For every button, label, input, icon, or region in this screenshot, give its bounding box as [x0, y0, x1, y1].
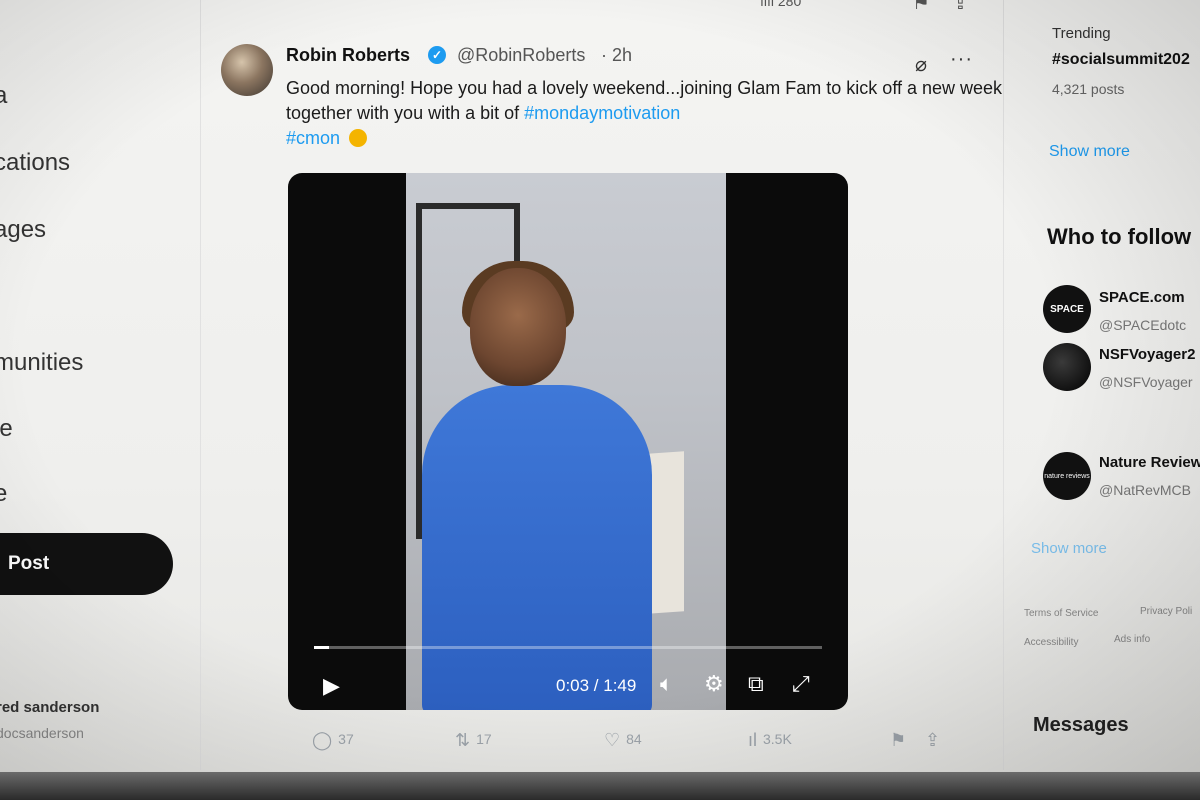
- hashtag-link[interactable]: #cmon: [286, 128, 340, 148]
- show-more-follow-link[interactable]: Show more: [1031, 540, 1107, 557]
- video-time: 0:03 / 1:49: [556, 676, 637, 695]
- kiss-emoji-icon: [349, 129, 368, 147]
- views-icon: ılıl: [760, 0, 778, 9]
- footer-privacy-link[interactable]: Privacy Poli: [1140, 606, 1192, 617]
- avatar-logo-text: nature reviews: [1044, 472, 1090, 480]
- messages-drawer-title[interactable]: Messages: [1033, 714, 1129, 737]
- video-person-body: [422, 385, 652, 710]
- heart-icon: ♡: [604, 730, 621, 750]
- hashtag-link[interactable]: #mondaymotivation: [524, 103, 680, 123]
- video-frame: [406, 173, 726, 710]
- screen: ılıl 280 ⚑ ⇪ a cations ages munities le …: [0, 0, 1200, 800]
- video-person-head: [470, 268, 566, 386]
- nav-item-profile[interactable]: le: [0, 415, 13, 443]
- grok-icon[interactable]: ⌀: [915, 52, 927, 77]
- video-player[interactable]: ▶ 0:03 / 1:49 🔈︎ ⚙ ⧉ ⤢: [288, 173, 848, 710]
- trending-label: Trending: [1052, 25, 1111, 42]
- bookmark-icon: ⚑: [890, 730, 907, 750]
- share-icon[interactable]: ⇪: [952, 0, 969, 15]
- avatar-logo-text: SPACE: [1050, 303, 1084, 315]
- footer-accessibility-link[interactable]: Accessibility: [1024, 637, 1078, 648]
- prev-views-count[interactable]: ılıl 280: [760, 0, 801, 9]
- trending-tag[interactable]: #socialsummit202: [1052, 51, 1190, 69]
- who-to-follow-title: Who to follow: [1047, 224, 1192, 249]
- views-button[interactable]: ıl 3.5K: [748, 730, 792, 751]
- like-button[interactable]: ♡ 84: [604, 730, 642, 751]
- footer-ads-link[interactable]: Ads info: [1114, 634, 1150, 645]
- bookmark-button[interactable]: ⚑: [890, 730, 912, 751]
- avatar[interactable]: nature reviews: [1043, 452, 1091, 500]
- follow-account-name[interactable]: SPACE.com: [1099, 289, 1185, 306]
- verified-badge-icon: ✓: [428, 46, 446, 64]
- picture-in-picture-icon[interactable]: ⧉: [748, 671, 764, 697]
- play-icon[interactable]: ▶: [323, 673, 340, 699]
- follow-account-handle: @NatRevMCB: [1099, 482, 1192, 498]
- follow-account-handle: @NSFVoyager: [1099, 374, 1193, 390]
- follow-account-name[interactable]: Nature Review: [1099, 454, 1200, 471]
- avatar[interactable]: SPACE: [1043, 285, 1091, 333]
- fullscreen-icon[interactable]: ⤢: [792, 671, 810, 697]
- separator-dot: ·: [601, 45, 607, 65]
- author-name[interactable]: Robin Roberts: [286, 45, 410, 66]
- repost-button[interactable]: ⇅ 17: [455, 730, 492, 751]
- video-progress-bar[interactable]: [314, 646, 822, 649]
- timestamp[interactable]: 2h: [612, 45, 632, 66]
- nav-item-messages[interactable]: ages: [0, 216, 46, 244]
- analytics-icon: ıl: [748, 730, 757, 750]
- column-divider-left: [200, 0, 201, 770]
- video-progress-fill: [314, 646, 330, 649]
- footer-terms-link[interactable]: Terms of Service: [1024, 608, 1098, 619]
- nav-item-explore[interactable]: a: [0, 82, 7, 110]
- more-options-icon[interactable]: ···: [950, 48, 973, 71]
- nav-item-more[interactable]: e: [0, 480, 7, 508]
- author-handle[interactable]: @RobinRoberts: [457, 45, 585, 66]
- share-icon: ⇪: [925, 730, 941, 750]
- bookmark-icon[interactable]: ⚑: [912, 0, 930, 15]
- account-handle: docsanderson: [0, 725, 84, 741]
- account-name[interactable]: red sanderson: [0, 699, 99, 716]
- reply-button[interactable]: ◯ 37: [312, 730, 354, 751]
- repost-icon: ⇅: [455, 730, 471, 750]
- reply-icon: ◯: [312, 730, 333, 750]
- avatar[interactable]: [221, 44, 273, 96]
- settings-icon[interactable]: ⚙: [704, 671, 724, 697]
- post-button[interactable]: Post: [0, 533, 173, 595]
- avatar[interactable]: [1043, 343, 1091, 391]
- mute-icon[interactable]: 🔈︎: [660, 671, 673, 697]
- nav-item-communities[interactable]: munities: [0, 349, 83, 377]
- show-more-trends-link[interactable]: Show more: [1049, 143, 1130, 161]
- follow-account-name[interactable]: NSFVoyager2: [1099, 346, 1195, 363]
- follow-account-handle: @SPACEdotc: [1099, 317, 1187, 333]
- monitor-bezel: [0, 772, 1200, 800]
- tweet-text: Good morning! Hope you had a lovely week…: [286, 76, 1006, 151]
- post-button-label: Post: [8, 553, 50, 574]
- nav-item-notifications[interactable]: cations: [0, 149, 70, 177]
- share-button[interactable]: ⇪: [925, 730, 946, 751]
- trending-count: 4,321 posts: [1052, 81, 1125, 97]
